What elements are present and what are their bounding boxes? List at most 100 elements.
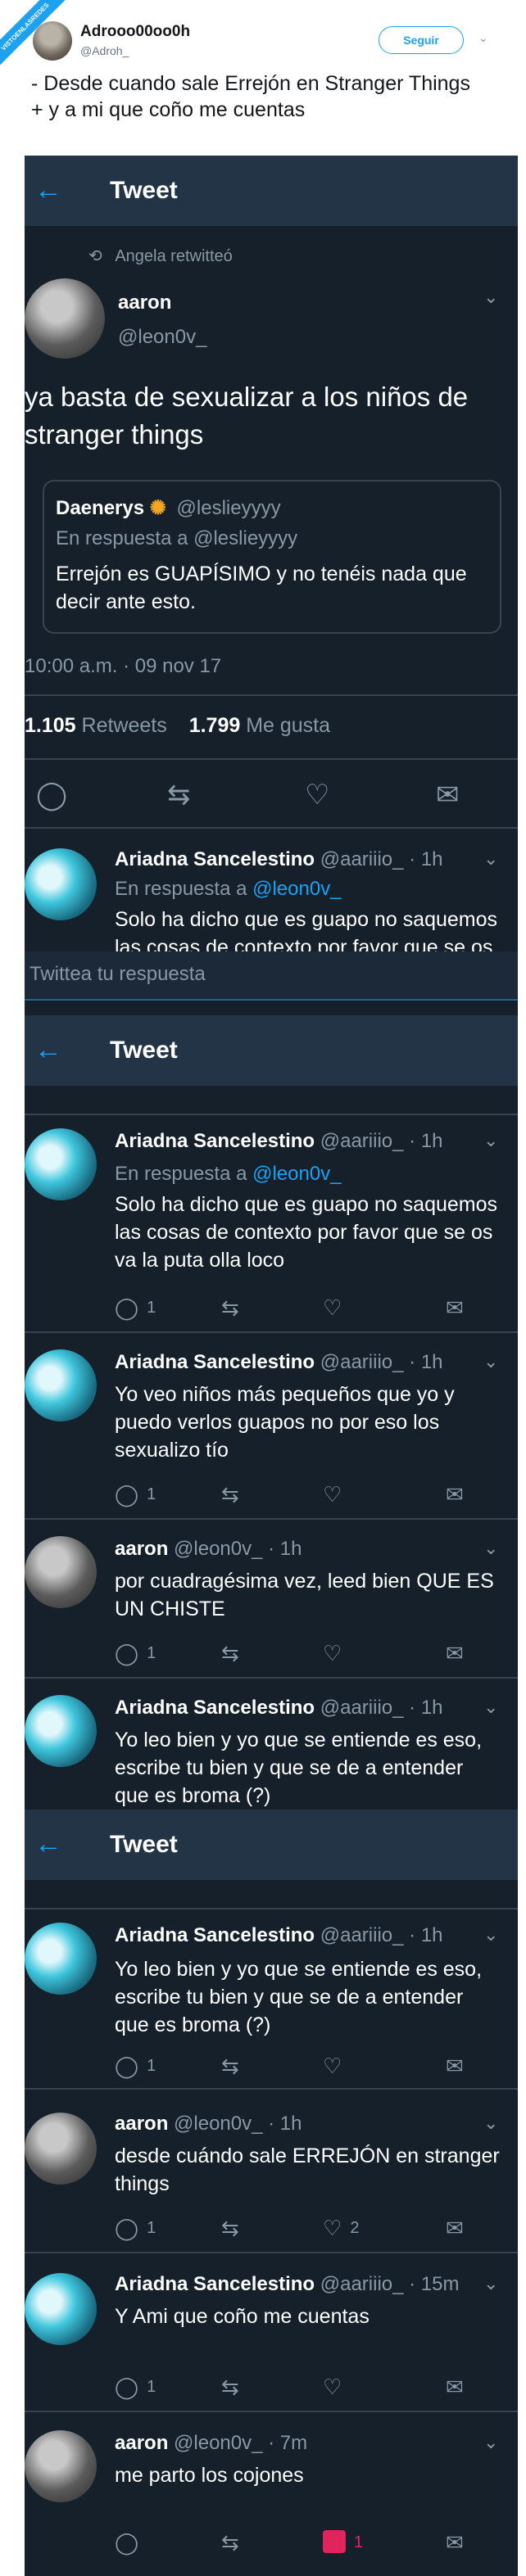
app-header: ← Tweet <box>25 156 518 226</box>
reply-author[interactable]: Ariadna Sancelestino @aariiio_ · 1h <box>115 1130 443 1153</box>
mail-icon[interactable]: ✉ <box>446 1639 464 1667</box>
author-handle[interactable]: @leon0v_ <box>118 326 206 349</box>
tweet-actions: ◯ 1 ⇆ ♡ ✉ <box>115 1639 508 1667</box>
mail-icon[interactable]: ✉ <box>436 781 460 809</box>
quote-author: Daenerys ✺ @leslieyyyy <box>56 497 281 519</box>
author-handle[interactable]: @Adroh_ <box>80 44 129 57</box>
reply-icon[interactable]: ◯ 1 <box>115 2214 156 2242</box>
liked-heart-icon <box>323 2530 346 2553</box>
reply-text: me parto los cojones <box>115 2464 304 2487</box>
heart-icon[interactable]: ♡ <box>305 781 329 809</box>
reply-icon[interactable]: ◯ 1 <box>115 1480 156 1508</box>
retweet-icon[interactable]: ⇆ <box>221 1639 239 1667</box>
avatar[interactable] <box>25 1349 97 1421</box>
divider <box>25 827 518 829</box>
divider <box>25 758 518 760</box>
chevron-down-icon[interactable]: ⌄ <box>483 2432 498 2453</box>
chevron-down-icon[interactable]: ⌄ <box>483 1351 498 1372</box>
reply-author[interactable]: aaron @leon0v_ · 1h <box>115 1538 302 1561</box>
retweet-icon[interactable]: ⇆ <box>167 781 191 809</box>
mail-icon[interactable]: ✉ <box>446 1480 464 1508</box>
author-name[interactable]: aaron <box>118 291 171 314</box>
embedded-tweet: VISTOENLASREDES Adrooo00oo0h @Adroh_ Seg… <box>0 0 526 156</box>
reply-text: Yo leo bien y yo que se entiende es eso,… <box>115 1729 483 1807</box>
chevron-down-icon[interactable]: ⌄ <box>483 1130 498 1151</box>
chevron-down-icon[interactable]: ⌄ <box>478 31 488 45</box>
chevron-down-icon[interactable]: ⌄ <box>483 1697 498 1718</box>
divider <box>25 694 518 696</box>
mail-icon[interactable]: ✉ <box>446 2373 464 2401</box>
flame-emoji-icon: ✺ <box>144 497 166 519</box>
follow-button[interactable]: Seguir <box>379 26 464 54</box>
avatar[interactable] <box>25 2430 97 2502</box>
reply-author[interactable]: Ariadna Sancelestino @aariiio_ · 1h <box>115 1351 443 1374</box>
avatar[interactable] <box>33 21 72 61</box>
heart-icon[interactable]: ♡ <box>323 1639 342 1667</box>
reply-icon[interactable]: ◯ <box>36 781 67 809</box>
retweet-icon[interactable]: ⇆ <box>221 1480 239 1508</box>
reply-text: desde cuándo sale ERREJÓN en stranger th… <box>115 2144 500 2195</box>
reply-author[interactable]: aaron @leon0v_ · 1h <box>115 2113 302 2135</box>
reply-author[interactable]: Ariadna Sancelestino @aariiio_ · 15m <box>115 2273 460 2296</box>
page-title: Tweet <box>110 177 178 204</box>
retweet-icon[interactable]: ⇆ <box>221 1294 239 1322</box>
reply-text: por cuadragésima vez, leed bien QUE ES U… <box>115 1570 494 1620</box>
back-arrow-icon[interactable]: ← <box>34 1828 62 1860</box>
avatar[interactable] <box>25 1695 97 1767</box>
quote-text: Errejón es GUAPÍSIMO y no tenéis nada qu… <box>56 563 467 613</box>
mail-icon[interactable]: ✉ <box>446 2052 464 2080</box>
retweet-icon[interactable]: ⇆ <box>221 2529 239 2556</box>
back-arrow-icon[interactable]: ← <box>34 1033 62 1066</box>
retweet-icon[interactable]: ⇆ <box>221 2214 239 2242</box>
chevron-down-icon[interactable]: ⌄ <box>483 1924 498 1946</box>
avatar[interactable] <box>25 1923 97 1995</box>
mail-icon[interactable]: ✉ <box>446 1294 464 1322</box>
heart-icon[interactable]: ♡ <box>323 1480 342 1508</box>
heart-icon[interactable]: ♡ 2 <box>323 2214 359 2242</box>
reply-author[interactable]: aaron @leon0v_ · 7m <box>115 2432 307 2455</box>
retweet-icon: ⟲ <box>88 247 102 265</box>
avatar[interactable] <box>25 1536 97 1608</box>
mail-icon[interactable]: ✉ <box>446 2214 464 2242</box>
heart-icon[interactable]: ♡ <box>323 2052 342 2080</box>
reply-icon[interactable]: ◯ <box>115 2529 138 2556</box>
back-arrow-icon[interactable]: ← <box>34 174 62 206</box>
avatar[interactable] <box>25 1128 97 1200</box>
heart-icon[interactable]: 1 <box>323 2529 363 2556</box>
reply-context: En respuesta a @leon0v_ <box>115 878 342 900</box>
divider <box>25 2252 518 2253</box>
app-header: ← Tweet <box>25 1015 518 1086</box>
reply-author[interactable]: Ariadna Sancelestino @aariiio_ · 1h <box>115 1924 443 1947</box>
chevron-down-icon[interactable]: ⌄ <box>483 1538 498 1559</box>
chevron-down-icon[interactable]: ⌄ <box>483 2113 498 2134</box>
tweet-text: ya basta de sexualizar a los niños de st… <box>25 382 469 450</box>
chevron-down-icon[interactable]: ⌄ <box>483 287 498 308</box>
reply-icon[interactable]: ◯ 1 <box>115 1639 156 1667</box>
retweet-icon[interactable]: ⇆ <box>221 2373 239 2401</box>
reply-author[interactable]: Ariadna Sancelestino @aariiio_ · 1h <box>115 848 443 871</box>
avatar[interactable] <box>25 2273 97 2345</box>
reply-author[interactable]: Ariadna Sancelestino @aariiio_ · 1h <box>115 1697 443 1720</box>
divider <box>25 1677 518 1679</box>
chevron-down-icon[interactable]: ⌄ <box>483 2273 498 2294</box>
retweet-icon[interactable]: ⇆ <box>221 2052 239 2080</box>
tweet-actions: ◯ ⇆ 1 ✉ <box>115 2529 508 2556</box>
reply-icon[interactable]: ◯ 1 <box>115 1294 156 1322</box>
author-name[interactable]: Adrooo00oo0h <box>80 23 190 41</box>
avatar[interactable] <box>25 2113 97 2185</box>
reply-icon[interactable]: ◯ 1 <box>115 2052 156 2080</box>
divider <box>25 1114 518 1115</box>
page-title: Tweet <box>110 1831 178 1858</box>
reply-text: Yo veo niños más pequeños que yo y puedo… <box>115 1383 455 1462</box>
avatar[interactable] <box>25 848 97 920</box>
heart-icon[interactable]: ♡ <box>323 1294 342 1322</box>
mail-icon[interactable]: ✉ <box>446 2529 464 2556</box>
reply-text: Solo ha dicho que es guapo no saquemos l… <box>115 908 498 951</box>
chevron-down-icon[interactable]: ⌄ <box>483 848 498 870</box>
reply-compose-field[interactable]: Twittea tu respuesta <box>25 951 518 1001</box>
avatar[interactable] <box>25 278 105 359</box>
divider <box>25 1331 518 1333</box>
heart-icon[interactable]: ♡ <box>323 2373 342 2401</box>
quoted-tweet[interactable]: Daenerys ✺ @leslieyyyy En respuesta a @l… <box>43 480 501 634</box>
reply-icon[interactable]: ◯ 1 <box>115 2373 156 2401</box>
